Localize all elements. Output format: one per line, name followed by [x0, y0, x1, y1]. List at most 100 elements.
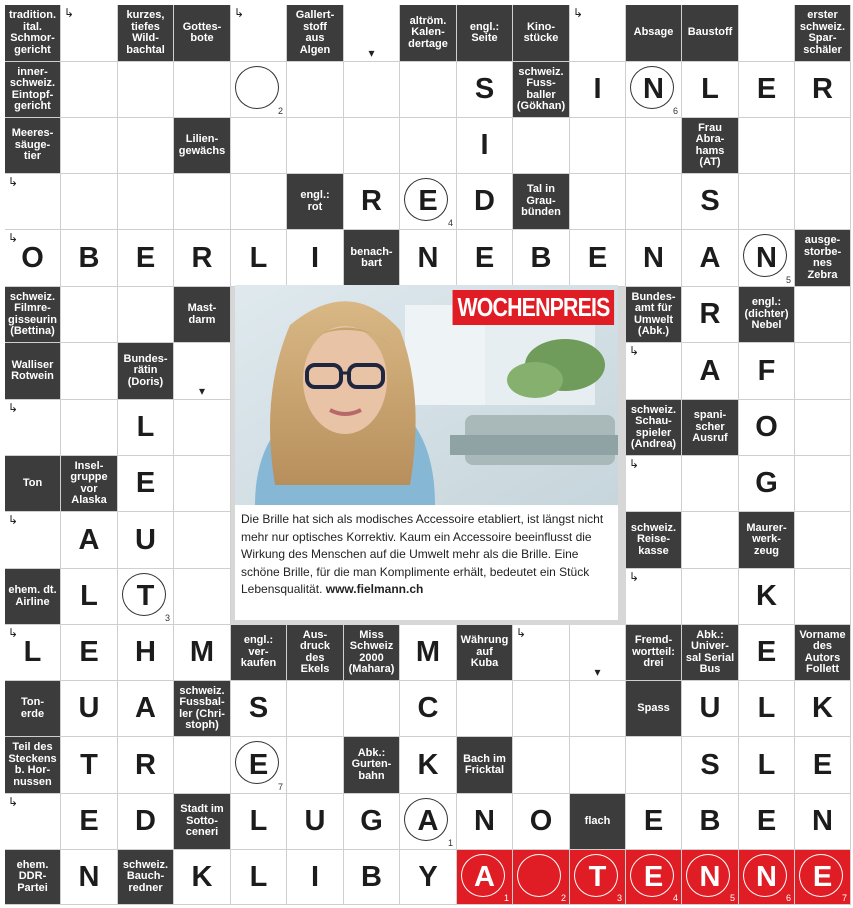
answer-cell[interactable] — [795, 174, 851, 230]
answer-cell[interactable] — [61, 400, 118, 456]
answer-cell[interactable]: N — [61, 850, 118, 905]
answer-cell[interactable]: L — [118, 400, 174, 456]
answer-cell[interactable] — [118, 287, 174, 343]
solution-cell[interactable]: E4 — [626, 850, 682, 905]
answer-cell[interactable] — [795, 512, 851, 569]
answer-cell[interactable] — [344, 681, 400, 737]
answer-cell[interactable]: B — [61, 230, 118, 287]
answer-cell[interactable]: M — [174, 625, 231, 681]
answer-cell[interactable]: E — [739, 794, 795, 850]
solution-cell[interactable]: N6 — [739, 850, 795, 905]
answer-cell[interactable] — [174, 737, 231, 794]
answer-cell[interactable]: S — [457, 62, 513, 118]
answer-cell[interactable] — [174, 512, 231, 569]
answer-cell[interactable] — [570, 681, 626, 737]
answer-cell[interactable] — [61, 343, 118, 400]
answer-cell[interactable]: T — [61, 737, 118, 794]
answer-cell[interactable] — [795, 343, 851, 400]
answer-cell[interactable]: A1 — [400, 794, 457, 850]
answer-cell[interactable]: U — [287, 794, 344, 850]
answer-cell[interactable]: M — [400, 625, 457, 681]
answer-cell[interactable]: ↳ — [5, 794, 61, 850]
answer-cell[interactable] — [344, 118, 400, 174]
answer-cell[interactable] — [118, 62, 174, 118]
answer-cell[interactable]: N — [457, 794, 513, 850]
solution-cell[interactable]: E7 — [795, 850, 851, 905]
answer-cell[interactable]: N — [400, 230, 457, 287]
answer-cell[interactable]: O ↳ — [5, 230, 61, 287]
answer-cell[interactable]: ↳ — [5, 174, 61, 230]
answer-cell[interactable]: I — [287, 230, 344, 287]
answer-cell[interactable]: S — [682, 737, 739, 794]
answer-cell[interactable] — [795, 400, 851, 456]
answer-cell[interactable]: 2 — [231, 62, 287, 118]
answer-cell[interactable]: L — [61, 569, 118, 625]
answer-cell[interactable]: E — [118, 456, 174, 512]
solution-cell[interactable]: 2 — [513, 850, 570, 905]
answer-cell[interactable] — [174, 62, 231, 118]
answer-cell[interactable]: F — [739, 343, 795, 400]
answer-cell[interactable]: E7 — [231, 737, 287, 794]
answer-cell[interactable]: U — [682, 681, 739, 737]
answer-cell[interactable]: ↳ — [231, 5, 287, 62]
answer-cell[interactable]: ↳ — [5, 512, 61, 569]
answer-cell[interactable]: ▾ — [344, 5, 400, 62]
answer-cell[interactable]: U — [118, 512, 174, 569]
answer-cell[interactable]: E — [739, 625, 795, 681]
answer-cell[interactable]: U — [61, 681, 118, 737]
answer-cell[interactable]: E — [626, 794, 682, 850]
answer-cell[interactable] — [570, 118, 626, 174]
answer-cell[interactable]: K — [174, 850, 231, 905]
answer-cell[interactable] — [626, 118, 682, 174]
answer-cell[interactable]: I — [457, 118, 513, 174]
answer-cell[interactable]: I — [570, 62, 626, 118]
answer-cell[interactable]: G — [739, 456, 795, 512]
answer-cell[interactable]: R — [795, 62, 851, 118]
answer-cell[interactable]: L — [231, 850, 287, 905]
answer-cell[interactable] — [400, 118, 457, 174]
answer-cell[interactable] — [231, 174, 287, 230]
answer-cell[interactable] — [344, 62, 400, 118]
answer-cell[interactable]: D — [118, 794, 174, 850]
answer-cell[interactable] — [174, 569, 231, 625]
answer-cell[interactable] — [513, 681, 570, 737]
answer-cell[interactable] — [61, 174, 118, 230]
answer-cell[interactable]: G — [344, 794, 400, 850]
answer-cell[interactable]: L ↳ — [5, 625, 61, 681]
answer-cell[interactable]: N — [795, 794, 851, 850]
answer-cell[interactable]: H — [118, 625, 174, 681]
answer-cell[interactable]: O — [513, 794, 570, 850]
answer-cell[interactable]: R — [118, 737, 174, 794]
answer-cell[interactable] — [795, 456, 851, 512]
answer-cell[interactable] — [457, 681, 513, 737]
answer-cell[interactable]: A — [682, 230, 739, 287]
answer-cell[interactable] — [570, 737, 626, 794]
answer-cell[interactable]: E4 — [400, 174, 457, 230]
answer-cell[interactable]: L — [682, 62, 739, 118]
answer-cell[interactable] — [739, 5, 795, 62]
answer-cell[interactable]: N6 — [626, 62, 682, 118]
answer-cell[interactable]: B — [344, 850, 400, 905]
answer-cell[interactable] — [570, 174, 626, 230]
answer-cell[interactable]: E — [61, 794, 118, 850]
answer-cell[interactable] — [61, 287, 118, 343]
solution-cell[interactable]: T3 — [570, 850, 626, 905]
answer-cell[interactable]: N5 — [739, 230, 795, 287]
answer-cell[interactable] — [231, 118, 287, 174]
answer-cell[interactable] — [626, 737, 682, 794]
answer-cell[interactable]: E — [457, 230, 513, 287]
prize-link[interactable]: www.fielmann.ch — [326, 582, 424, 596]
answer-cell[interactable] — [682, 512, 739, 569]
answer-cell[interactable] — [287, 118, 344, 174]
answer-cell[interactable] — [682, 456, 739, 512]
answer-cell[interactable] — [118, 174, 174, 230]
answer-cell[interactable]: E — [795, 737, 851, 794]
answer-cell[interactable]: S — [231, 681, 287, 737]
answer-cell[interactable]: K — [400, 737, 457, 794]
answer-cell[interactable]: ↳ — [61, 5, 118, 62]
answer-cell[interactable] — [513, 118, 570, 174]
answer-cell[interactable]: A — [118, 681, 174, 737]
answer-cell[interactable] — [174, 400, 231, 456]
answer-cell[interactable]: Y — [400, 850, 457, 905]
answer-cell[interactable]: E — [118, 230, 174, 287]
